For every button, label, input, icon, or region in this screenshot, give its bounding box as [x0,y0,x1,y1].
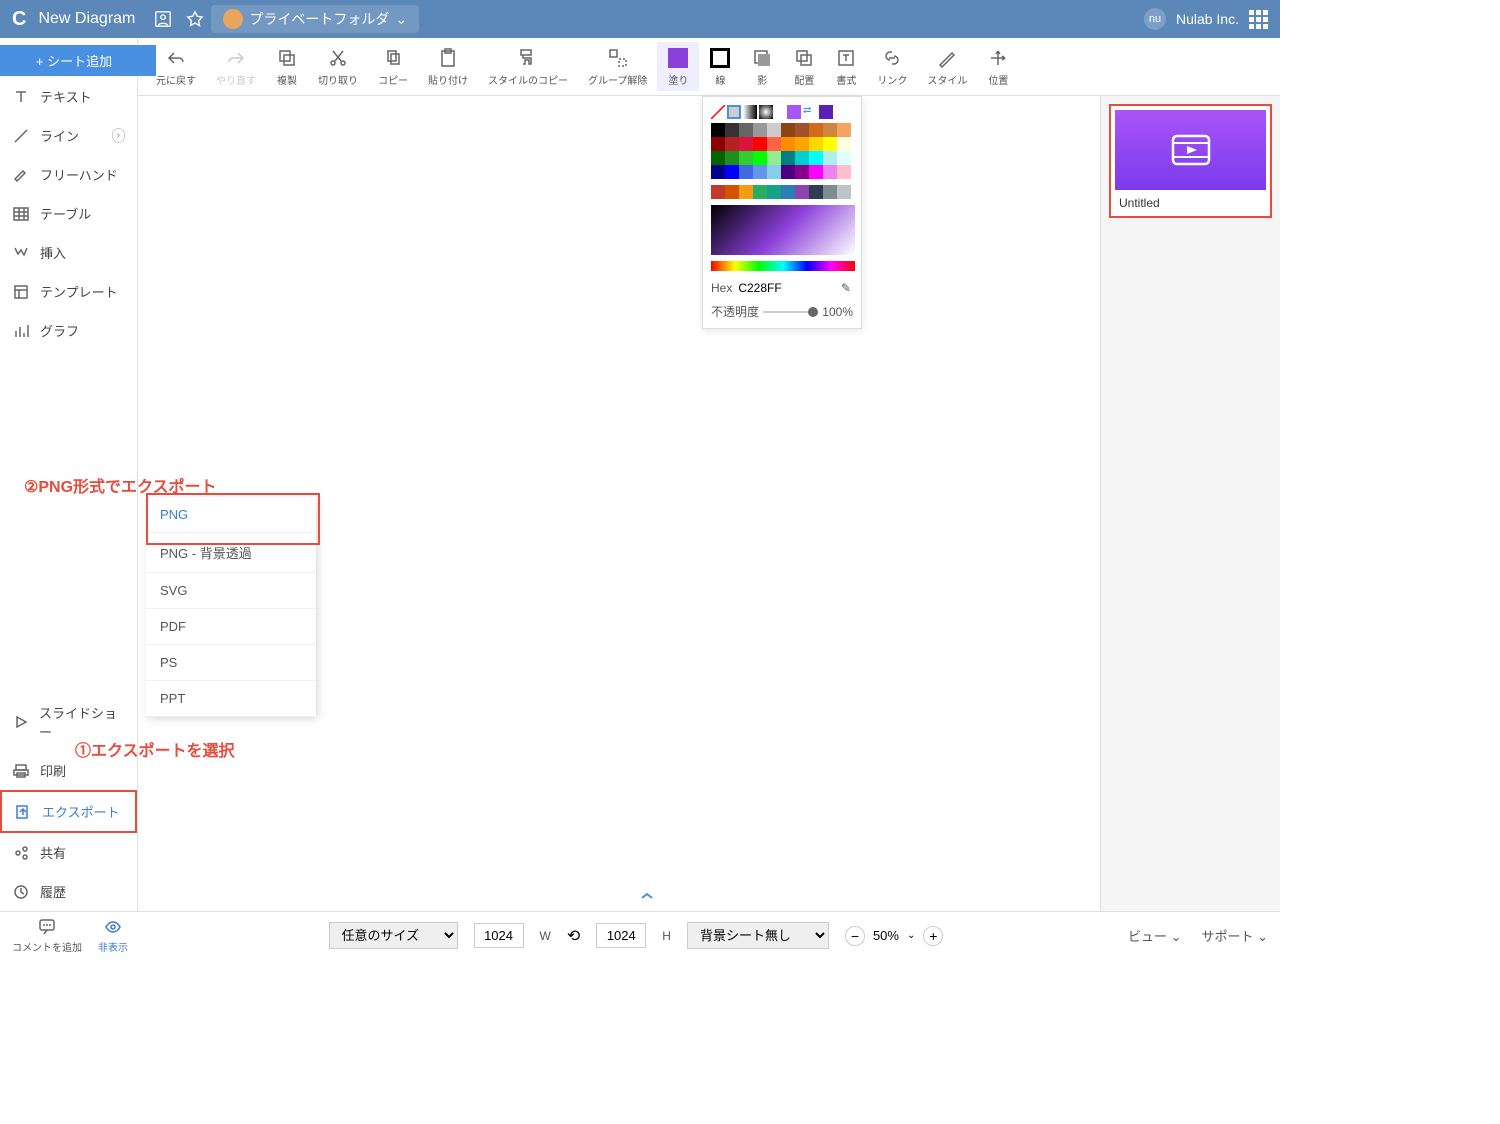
color-gradient[interactable] [711,205,855,255]
chevron-down-icon[interactable]: ⌄ [907,930,915,941]
company-name: Nulab Inc. [1176,11,1239,27]
zoom-in-button[interactable]: + [923,926,943,946]
export-png-transparent[interactable]: PNG - 背景透過 [146,533,316,573]
sidebar-export[interactable]: エクスポート [0,790,137,833]
zoom-out-button[interactable]: − [845,926,865,946]
sidebar-graph[interactable]: グラフ [0,311,137,350]
add-sheet-button[interactable]: + シート追加 [0,45,156,76]
redo-button[interactable]: やり直す [206,42,266,91]
zoom-level[interactable]: 50% [873,928,899,943]
width-input[interactable] [474,923,524,948]
sidebar-history[interactable]: 履歴 [0,872,137,911]
color-swatch[interactable] [819,105,833,119]
fill-button[interactable]: 塗り [657,42,699,91]
color-swatch[interactable] [787,105,801,119]
canvas-size-select[interactable]: 任意のサイズ [329,922,458,949]
eyedropper-icon[interactable]: ✎ [839,279,853,297]
header-bar: C New Diagram プライベートフォルダ ⌄ nu Nulab Inc. [0,0,1280,38]
duplicate-button[interactable]: 複製 [266,42,308,91]
toolbar: 元に戻す やり直す 複製 切り取り コピー 貼り付け スタイルのコピー グループ… [138,38,1280,96]
sidebar-insert[interactable]: 挿入 [0,233,137,272]
export-png[interactable]: PNG [146,497,316,533]
bg-select[interactable]: 背景シート無し [687,922,829,949]
view-menu[interactable]: ビュー ⌄ [1128,926,1182,945]
hide-button[interactable]: 非表示 [98,918,128,954]
doc-title[interactable]: New Diagram [38,10,135,28]
support-menu[interactable]: サポート ⌄ [1201,926,1268,945]
sync-icon[interactable]: ⟲ [567,926,580,946]
paste-button[interactable]: 貼り付け [418,42,478,91]
user-frame-icon[interactable] [153,9,173,29]
hue-slider[interactable] [711,261,855,271]
chevron-right-icon: › [112,128,125,143]
position-button[interactable]: 位置 [977,42,1019,91]
hex-input[interactable] [738,281,798,295]
preset-colors [711,123,853,179]
apps-icon[interactable] [1249,10,1268,29]
company-logo[interactable]: nu [1144,8,1166,30]
hex-label: Hex [711,281,732,295]
align-button[interactable]: 配置 [783,42,825,91]
style-button[interactable]: スタイル [917,42,977,91]
sidebar-template[interactable]: テンプレート [0,272,137,311]
opacity-slider[interactable] [763,311,818,313]
line-button[interactable]: 線 [699,42,741,91]
sidebar-text[interactable]: テキスト [0,77,137,116]
sidebar-freehand[interactable]: フリーハンド [0,155,137,194]
right-panel: Untitled [1100,96,1280,911]
style-copy-button[interactable]: スタイルのコピー [478,42,578,91]
sidebar-table[interactable]: テーブル [0,194,137,233]
cut-button[interactable]: 切り取り [308,42,368,91]
annotation-2: ②PNG形式でエクスポート [24,473,217,497]
sidebar-share[interactable]: 共有 [0,833,137,872]
export-pdf[interactable]: PDF [146,609,316,645]
color-swatch[interactable] [759,105,773,119]
swap-icon[interactable]: ⇄ [803,105,817,119]
shadow-button[interactable]: 影 [741,42,783,91]
width-label: W [540,929,551,943]
annotation-1: ①エクスポートを選択 [75,737,235,761]
collapse-icon[interactable] [640,889,654,907]
comment-button[interactable]: コメントを追加 [12,918,82,954]
opacity-value: 100% [822,305,853,319]
height-label: H [662,929,671,943]
color-swatch[interactable] [743,105,757,119]
export-menu: PNG PNG - 背景透過 SVG PDF PS PPT [146,497,316,717]
export-ppt[interactable]: PPT [146,681,316,717]
opacity-label: 不透明度 [711,303,759,320]
thumbnail-label: Untitled [1115,190,1266,212]
folder-avatar [223,9,243,29]
format-button[interactable]: 書式 [825,42,867,91]
folder-label: プライベートフォルダ [249,9,389,29]
no-fill-swatch[interactable] [711,105,725,119]
color-panel: ⇄ Hex ✎ 不透明度 100% [702,96,862,329]
app-logo[interactable]: C [12,8,26,31]
height-input[interactable] [596,923,646,948]
thumbnail-image [1115,110,1266,190]
export-ps[interactable]: PS [146,645,316,681]
star-icon[interactable] [185,9,205,29]
bottom-bar: コメントを追加 非表示 任意のサイズ W ⟲ H 背景シート無し − 50% ⌄… [0,911,1280,959]
theme-colors [711,185,853,199]
chevron-down-icon: ⌄ [395,11,407,28]
copy-button[interactable]: コピー [368,42,418,91]
sidebar-line[interactable]: ライン› [0,116,137,155]
folder-button[interactable]: プライベートフォルダ ⌄ [211,5,419,33]
sheet-thumbnail[interactable]: Untitled [1109,104,1272,218]
color-swatch[interactable] [727,105,741,119]
link-button[interactable]: リンク [867,42,917,91]
export-svg[interactable]: SVG [146,573,316,609]
ungroup-button[interactable]: グループ解除 [578,42,657,91]
